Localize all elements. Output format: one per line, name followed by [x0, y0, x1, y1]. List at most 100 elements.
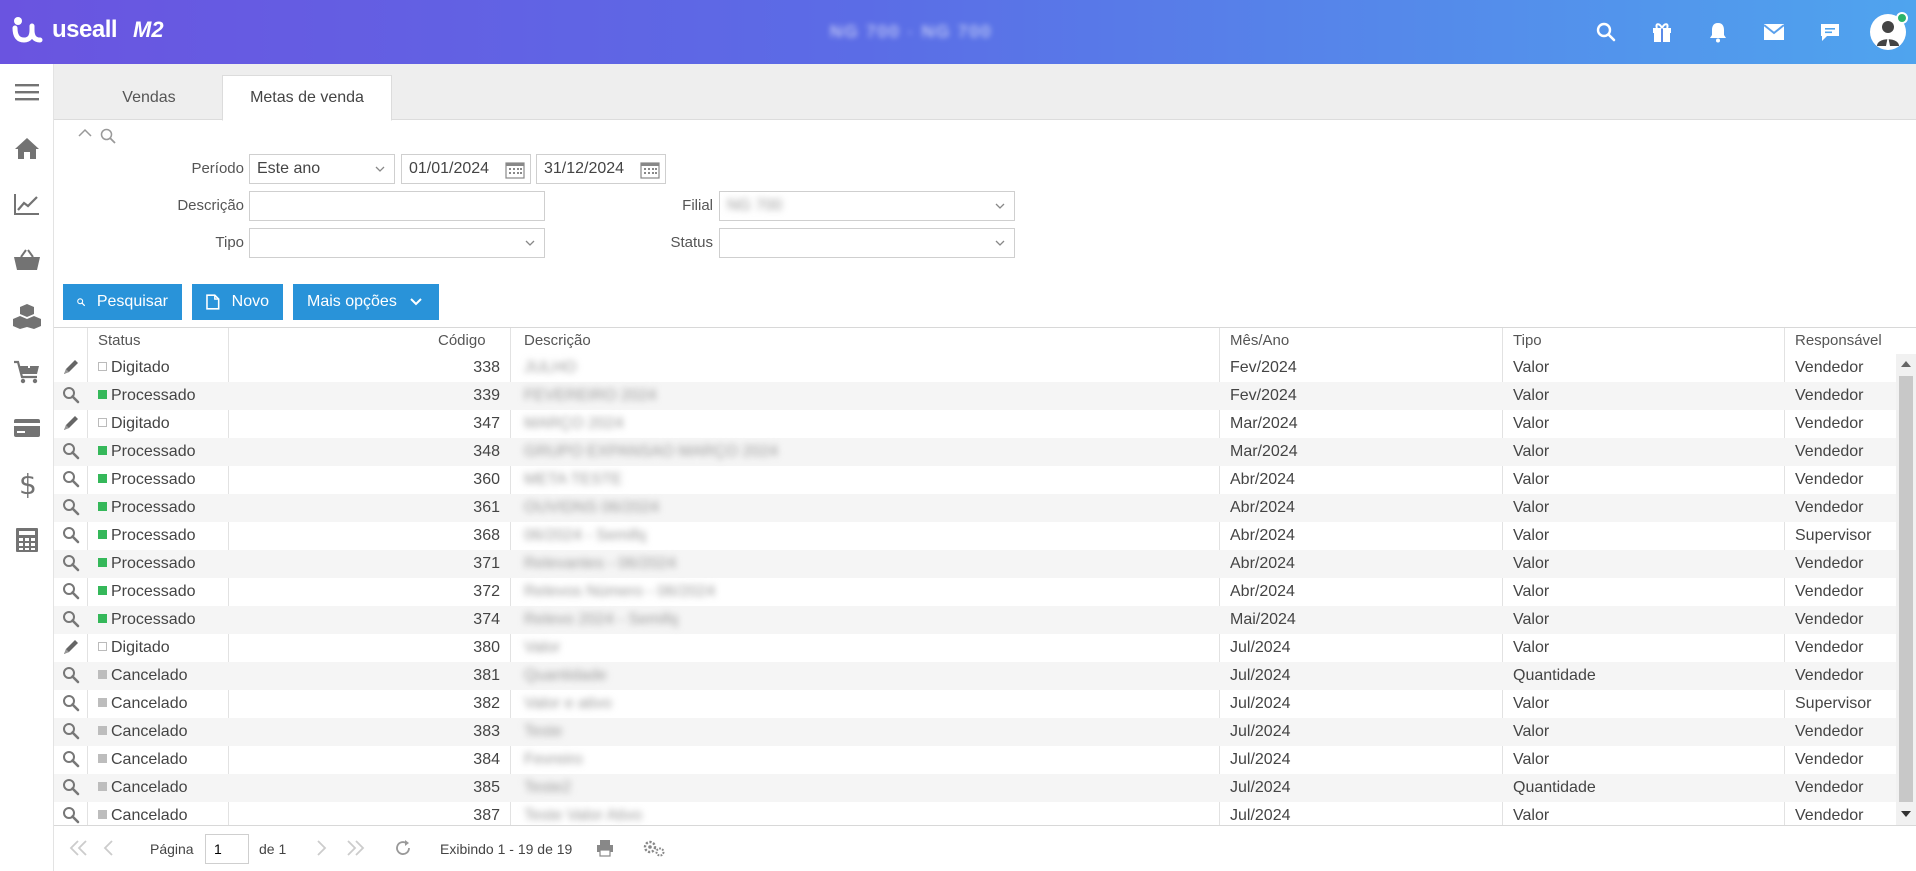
tab-vendas[interactable]: Vendas	[84, 75, 214, 120]
refresh-icon[interactable]	[394, 839, 412, 857]
last-page-icon[interactable]	[344, 839, 366, 857]
gift-icon	[1653, 23, 1671, 42]
table-row[interactable]: Digitado 347 MARÇO 2024 Mar/2024 Valor Vended…	[54, 410, 1896, 438]
search-icon[interactable]	[62, 470, 80, 493]
sidebar-item-dashboard[interactable]	[0, 176, 54, 232]
sidebar-item-accounting[interactable]	[0, 512, 54, 568]
sidebar-item-home[interactable]	[0, 120, 54, 176]
date-start-field[interactable]: 01/01/2024	[401, 154, 531, 184]
col-header-status[interactable]: Status	[98, 332, 141, 349]
search-icon[interactable]	[62, 666, 80, 689]
row-codigo: 374	[473, 611, 500, 628]
notifications-button[interactable]	[1690, 0, 1746, 64]
search-icon[interactable]	[62, 750, 80, 773]
col-header-tipo[interactable]: Tipo	[1513, 332, 1542, 349]
table-row[interactable]: Processado 360 META TESTE Abr/2024 Valor Vend…	[54, 466, 1896, 494]
row-descricao: META TESTE	[524, 471, 623, 488]
edit-icon[interactable]	[62, 638, 80, 661]
date-end-field[interactable]: 31/12/2024	[536, 154, 666, 184]
sidebar-item-products[interactable]	[0, 288, 54, 344]
page-number-input[interactable]	[205, 834, 249, 864]
table-row[interactable]: Cancelado 387 Teste Valor Ativo Jul/2024 Val…	[54, 802, 1896, 825]
search-button[interactable]	[1578, 0, 1634, 64]
tab-metas-de-venda[interactable]: Metas de venda	[222, 75, 392, 121]
grid-scrollbar[interactable]	[1896, 354, 1916, 825]
table-row[interactable]: Cancelado 383 Teste Jul/2024 Valor Vendedor	[54, 718, 1896, 746]
search-icon[interactable]	[62, 694, 80, 717]
table-row[interactable]: Cancelado 382 Valor e ativo Jul/2024 Valor Su…	[54, 690, 1896, 718]
row-descricao: GRUPO EXPANSAO MARÇO 2024	[524, 443, 778, 460]
scrollbar-thumb[interactable]	[1899, 376, 1913, 802]
first-page-icon[interactable]	[68, 839, 90, 857]
previous-page-icon[interactable]	[102, 839, 116, 857]
print-icon[interactable]	[596, 839, 614, 857]
user-avatar[interactable]	[1870, 12, 1908, 50]
periodo-select[interactable]: Este ano	[249, 154, 395, 184]
search-icon[interactable]	[62, 386, 80, 409]
search-icon[interactable]	[62, 526, 80, 549]
more-options-label: Mais opções	[307, 293, 397, 310]
filter-toggle[interactable]	[78, 128, 116, 144]
search-icon[interactable]	[62, 582, 80, 605]
filial-select[interactable]: NG 700	[719, 191, 1015, 221]
table-row[interactable]: Processado 339 FEVEREIRO 2024 Fev/2024 Valor…	[54, 382, 1896, 410]
chat-button[interactable]	[1802, 0, 1858, 64]
tipo-select[interactable]	[249, 228, 545, 258]
mail-button[interactable]	[1746, 0, 1802, 64]
row-status-text: Processado	[111, 611, 196, 628]
calendar-icon[interactable]	[505, 161, 525, 179]
search-icon[interactable]	[62, 442, 80, 465]
calendar-icon[interactable]	[640, 161, 660, 179]
sidebar-item-sales[interactable]	[0, 232, 54, 288]
row-tipo: Valor	[1513, 387, 1550, 404]
search-icon[interactable]	[62, 778, 80, 801]
edit-icon[interactable]	[62, 358, 80, 381]
search-icon[interactable]	[62, 722, 80, 745]
col-header-responsavel[interactable]: Responsável	[1795, 332, 1882, 349]
app-logo[interactable]: useall M2	[12, 16, 164, 44]
row-descricao: 06/2024 - Semifq	[524, 527, 646, 544]
table-row[interactable]: Cancelado 384 Fevreiro Jul/2024 Valor Vendedo…	[54, 746, 1896, 774]
search-icon[interactable]	[62, 610, 80, 633]
row-tipo: Valor	[1513, 639, 1550, 656]
edit-icon[interactable]	[62, 414, 80, 437]
boxes-icon	[13, 304, 41, 329]
search-icon	[1596, 22, 1616, 42]
settings-icon[interactable]	[642, 839, 666, 857]
table-row[interactable]: Processado 348 GRUPO EXPANSAO MARÇO 2024 Ma…	[54, 438, 1896, 466]
table-row[interactable]: Digitado 338 JULHO Fev/2024 Valor Vendedor	[54, 354, 1896, 382]
table-row[interactable]: Processado 374 Relevo 2024 - Semifq Mai/202…	[54, 606, 1896, 634]
more-options-button[interactable]: Mais opções	[293, 284, 439, 320]
descricao-input[interactable]	[249, 191, 545, 221]
table-row[interactable]: Processado 361 OUVIDNS 06/2024 Abr/2024 Valo…	[54, 494, 1896, 522]
table-row[interactable]: Digitado 380 Valor Jul/2024 Valor Vendedor	[54, 634, 1896, 662]
sidebar-item-purchases[interactable]	[0, 344, 54, 400]
table-row[interactable]: Processado 372 Relevos Número - 06/2024 Abr…	[54, 578, 1896, 606]
row-status-text: Processado	[111, 499, 196, 516]
row-status: Cancelado	[98, 695, 188, 713]
search-button[interactable]: Pesquisar	[63, 284, 182, 320]
scroll-up-arrow[interactable]	[1901, 361, 1911, 367]
row-tipo: Valor	[1513, 415, 1550, 432]
col-header-codigo[interactable]: Código	[438, 332, 486, 349]
table-row[interactable]: Processado 371 Relevantes - 06/2024 Abr/202…	[54, 550, 1896, 578]
window-title: NG 700 · NG 700	[830, 22, 993, 41]
search-icon[interactable]	[62, 498, 80, 521]
status-select[interactable]	[719, 228, 1015, 258]
sidebar-item-finance[interactable]: $	[0, 456, 54, 512]
gift-button[interactable]	[1634, 0, 1690, 64]
bell-icon	[1710, 23, 1726, 43]
menu-toggle-button[interactable]	[0, 64, 54, 120]
sidebar-item-payments[interactable]	[0, 400, 54, 456]
row-mes-ano: Jul/2024	[1230, 639, 1291, 656]
table-row[interactable]: Cancelado 381 Quantidade Jul/2024 Quantidade…	[54, 662, 1896, 690]
col-header-mes-ano[interactable]: Mês/Ano	[1230, 332, 1289, 349]
col-header-descricao[interactable]: Descrição	[524, 332, 591, 349]
table-row[interactable]: Processado 368 06/2024 - Semifq Abr/2024 Val…	[54, 522, 1896, 550]
new-button[interactable]: Novo	[192, 284, 283, 320]
search-icon[interactable]	[62, 554, 80, 577]
search-icon[interactable]	[62, 806, 80, 825]
next-page-icon[interactable]	[314, 839, 328, 857]
scroll-down-arrow[interactable]	[1901, 811, 1911, 817]
table-row[interactable]: Cancelado 385 Teste2 Jul/2024 Quantidade Vend…	[54, 774, 1896, 802]
